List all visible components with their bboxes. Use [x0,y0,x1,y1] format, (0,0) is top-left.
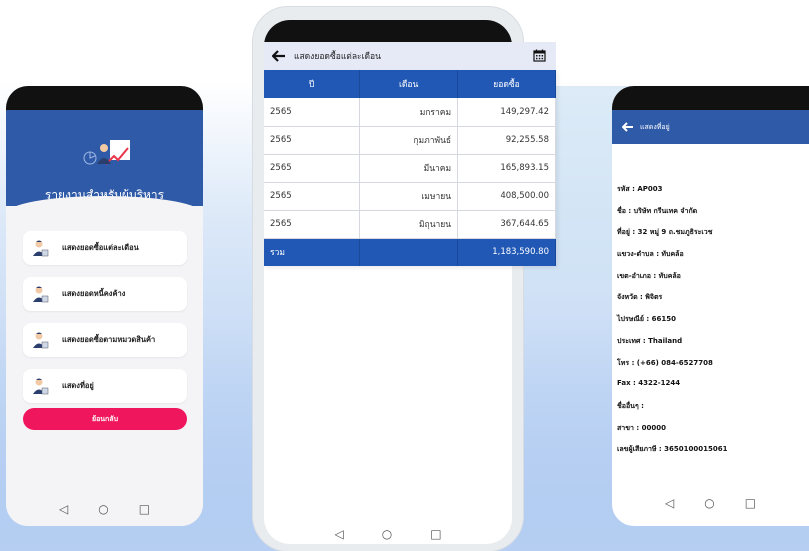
cell-amount: 149,297.42 [457,98,556,127]
nav-recent-icon[interactable]: □ [139,502,150,516]
status-bar [6,86,203,110]
user-report-icon [33,286,49,303]
detail-code: รหัส : AP003 [617,185,663,193]
detail-province: จังหวัด : พิจิตร [617,293,663,302]
column-header-month: เดือน [359,70,459,98]
total-label: รวม [264,238,361,266]
cell-year: 2565 [264,98,361,127]
table-row[interactable]: 2565 กุมภาพันธ์ 92,255.58 [264,126,556,155]
cell-year: 2565 [264,182,361,211]
menu-item-address[interactable]: แสดงที่อยู่ [23,369,187,403]
menu-item-outstanding-debt[interactable]: แสดงยอดหนี้คงค้าง [23,277,187,311]
detail-phone: โทร : (+66) 084-6527708 [617,358,713,367]
calendar-icon[interactable] [533,49,546,62]
user-report-icon [33,332,49,349]
table-row[interactable]: 2565 เมษายน 408,500.00 [264,182,556,211]
column-header-year: ปี [264,70,361,98]
detail-name: ชื่อ : บริษัท กรีนเทค จำกัด [617,206,698,215]
detail-fax: Fax : 4322-1244 [617,379,681,388]
page-title: แสดงที่อยู่ [640,122,670,131]
back-arrow-icon[interactable] [272,50,286,62]
monthly-purchases-header: แสดงยอดซื้อแต่ละเดือน [264,42,556,70]
cell-amount: 408,500.00 [457,182,556,211]
cell-year: 2565 [264,126,361,155]
cell-month: กุมภาพันธ์ [359,126,459,155]
detail-tax-id: เลขผู้เสียภาษี : 3650100015061 [617,445,728,454]
column-header-amount: ยอดซื้อ [457,70,556,98]
detail-other-name: ชื่ออื่นๆ : [617,401,644,410]
nav-recent-icon[interactable]: □ [745,496,756,510]
executive-report-icon [83,140,130,165]
menu-item-label: แสดงยอดซื้อตามหมวดสินค้า [62,335,156,344]
cell-month: มิถุนายน [359,210,459,239]
user-report-icon [33,378,49,395]
address-details: รหัส : AP003 ชื่อ : บริษัท กรีนเทค จำกัด… [617,184,728,466]
monthly-purchases-table: ปี เดือน ยอดซื้อ 2565 มกราคม 149,297.42 … [264,70,556,266]
total-spacer [359,238,459,266]
back-arrow-icon[interactable] [622,122,634,132]
detail-subdistrict: แขวง-ตำบล : ทับคล้อ [617,250,684,259]
status-bar [612,86,809,110]
left-phone-screen: รายงานสำหรับผู้บริหาร แสดงยอดซื้อแต่ละเด… [6,86,203,526]
nav-back-icon[interactable]: ◁ [334,527,343,541]
cell-amount: 92,255.58 [457,126,556,155]
table-row[interactable]: 2565 มีนาคม 165,893.15 [264,154,556,183]
cell-month: เมษายน [359,182,459,211]
menu-item-label: แสดงยอดหนี้คงค้าง [62,289,126,298]
nav-back-icon[interactable]: ◁ [59,502,68,516]
cell-month: มีนาคม [359,154,459,183]
user-report-icon [33,240,49,257]
detail-district: เขต-อำเภอ : ทับคล้อ [617,271,681,280]
total-value: 1,183,590.80 [457,238,556,266]
status-bar [264,20,512,42]
cell-month: มกราคม [359,98,459,127]
android-nav-bar: ◁ ○ □ [612,488,809,518]
right-phone-screen: แสดงที่อยู่ รหัส : AP003 ชื่อ : บริษัท ก… [612,86,809,526]
detail-country: ประเทศ : Thailand [617,336,683,345]
menu-item-label: แสดงที่อยู่ [62,381,94,390]
cell-year: 2565 [264,210,361,239]
menu-item-label: แสดงยอดซื้อแต่ละเดือน [62,243,139,252]
nav-back-icon[interactable]: ◁ [665,496,674,510]
cell-year: 2565 [264,154,361,183]
cell-amount: 367,644.65 [457,210,556,239]
menu-item-purchases-by-category[interactable]: แสดงยอดซื้อตามหมวดสินค้า [23,323,187,357]
android-nav-bar: ◁ ○ □ [264,520,512,548]
nav-home-icon[interactable]: ○ [704,496,714,510]
page-title: แสดงยอดซื้อแต่ละเดือน [294,52,381,62]
android-nav-bar: ◁ ○ □ [6,492,203,526]
nav-home-icon[interactable]: ○ [98,502,108,516]
detail-postcode: ไปรษณีย์ : 66150 [617,315,676,324]
back-button[interactable]: ย้อนกลับ [23,408,187,430]
table-row[interactable]: 2565 มิถุนายน 367,644.65 [264,210,556,239]
address-header: แสดงที่อยู่ [612,110,809,144]
table-total-row: รวม 1,183,590.80 [264,238,556,266]
hero-banner: รายงานสำหรับผู้บริหาร [6,110,203,206]
table-header-row: ปี เดือน ยอดซื้อ [264,70,556,98]
report-menu: แสดงยอดซื้อแต่ละเดือน แสดงยอดหนี้คงค้าง … [23,231,187,415]
cell-amount: 165,893.15 [457,154,556,183]
nav-recent-icon[interactable]: □ [430,527,441,541]
detail-branch: สาขา : 00000 [617,423,666,432]
detail-address: ที่อยู่ : 32 หมู่ 9 ถ.ชมภูธิระเวช [617,228,713,237]
table-row[interactable]: 2565 มกราคม 149,297.42 [264,98,556,127]
menu-item-monthly-purchases[interactable]: แสดงยอดซื้อแต่ละเดือน [23,231,187,265]
nav-home-icon[interactable]: ○ [382,527,392,541]
